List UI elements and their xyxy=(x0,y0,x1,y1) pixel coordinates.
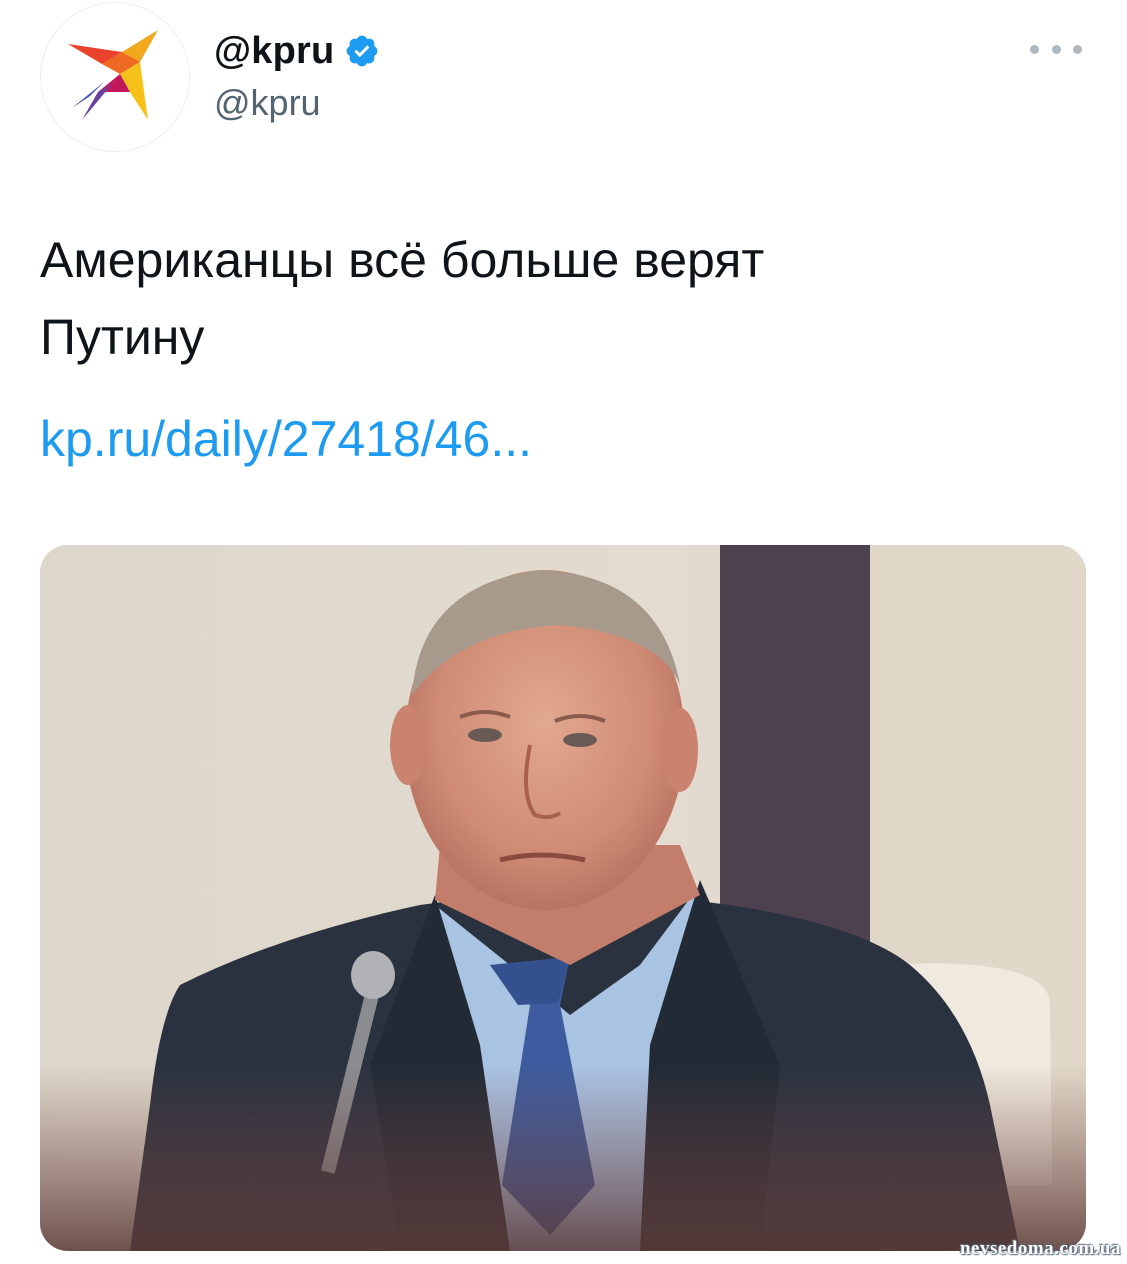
tweet-card: @kpru @kpru Американцы всё больше верят … xyxy=(0,0,1127,1264)
kp-logo-bird-icon xyxy=(68,30,158,120)
tweet-text: Американцы всё больше верят Путину xyxy=(40,222,1040,376)
tweet-link[interactable]: kp.ru/daily/27418/46... xyxy=(40,410,532,468)
user-handle[interactable]: @kpru xyxy=(214,82,321,124)
watermark: nevsedoma.com.ua xyxy=(959,1238,1121,1259)
dot xyxy=(1051,44,1061,54)
tweet-media-image[interactable] xyxy=(40,545,1086,1251)
profile-avatar[interactable] xyxy=(40,2,190,152)
photo-man-in-suit-icon xyxy=(40,545,1086,1251)
verified-badge-icon xyxy=(347,35,378,67)
more-options-icon[interactable] xyxy=(1030,38,1082,60)
tweet-text-line-2: Путину xyxy=(40,309,205,365)
display-name-row: @kpru xyxy=(214,26,380,76)
tweet-text-line-1: Американцы всё больше верят xyxy=(40,232,765,288)
display-name[interactable]: @kpru xyxy=(214,30,334,73)
dot xyxy=(1030,44,1039,54)
dot xyxy=(1073,44,1082,54)
